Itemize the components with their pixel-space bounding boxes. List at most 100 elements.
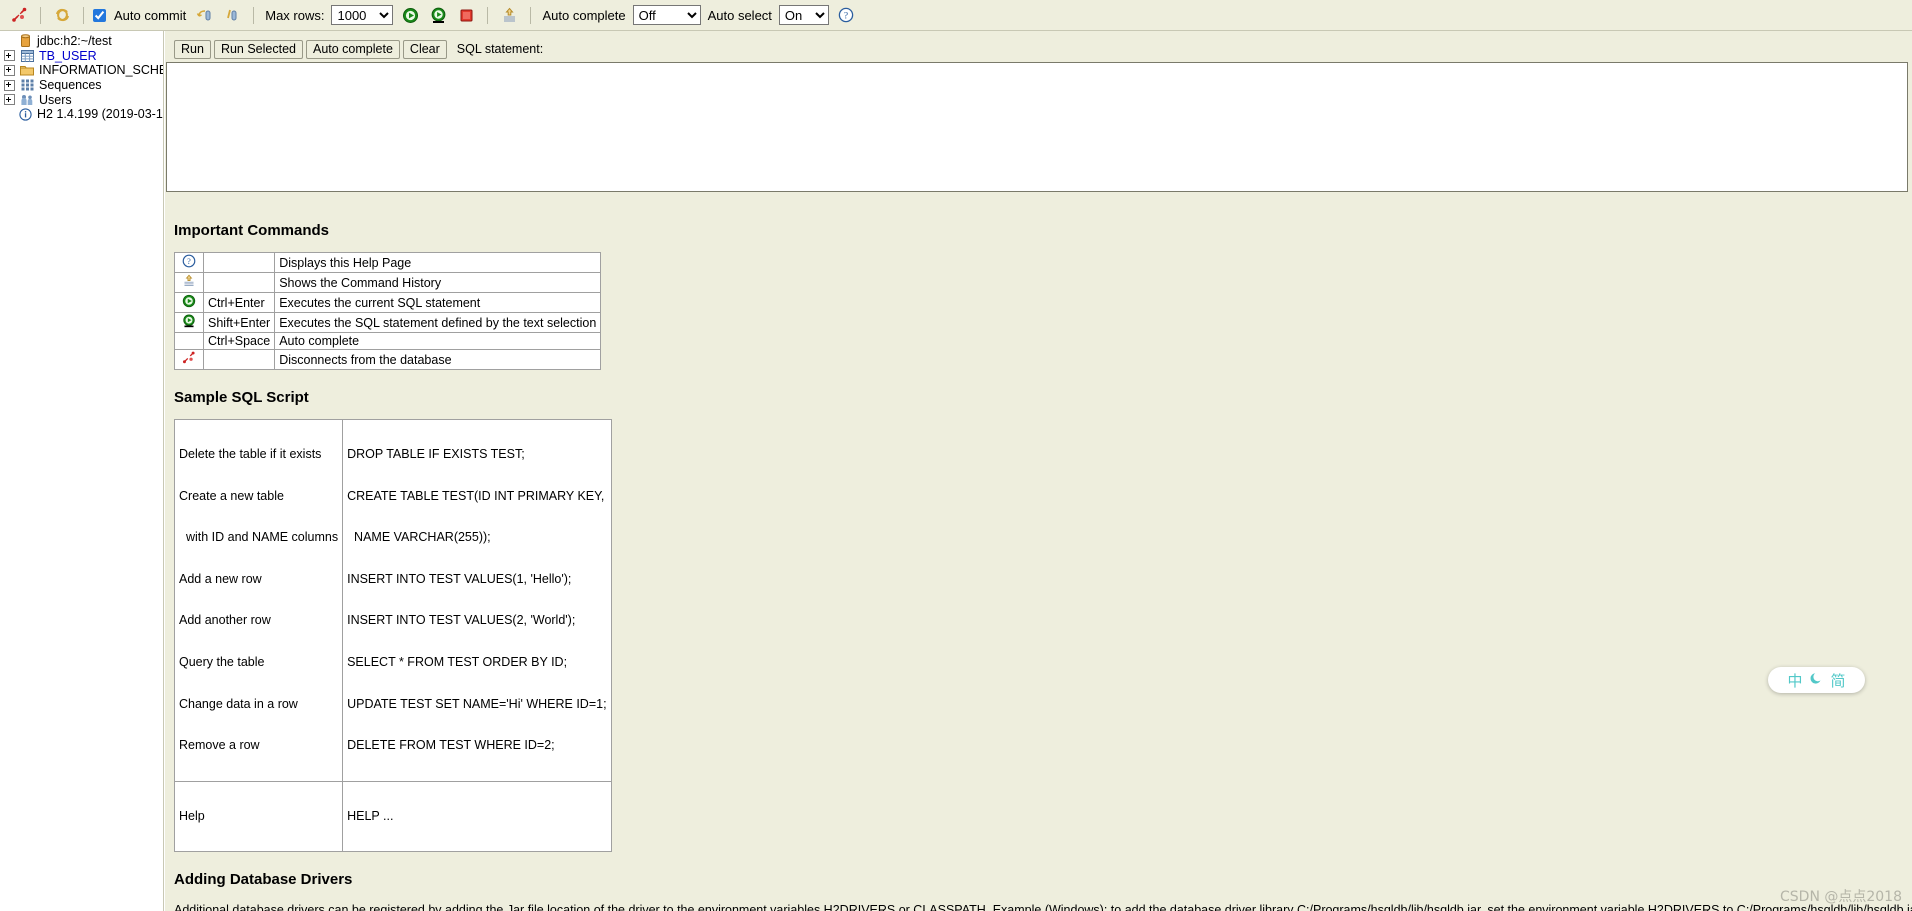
disconnect-icon[interactable] <box>8 4 30 26</box>
svg-text:?: ? <box>187 257 191 266</box>
empty-icon-cell <box>174 332 204 350</box>
run-selected-button[interactable]: Run Selected <box>213 39 303 59</box>
sql-statement-input[interactable] <box>166 62 1908 192</box>
max-rows-select[interactable]: 102050100200500100010000 <box>331 5 394 25</box>
expand-toggle-icon[interactable] <box>4 50 15 62</box>
sql-line: INSERT INTO TEST VALUES(1, 'Hello'); <box>347 571 572 586</box>
table-row: Shift+Enter Executes the SQL statement d… <box>174 312 602 333</box>
tree-item-label: jdbc:h2:~/test <box>37 34 112 49</box>
comment-line: Add another row <box>179 613 271 628</box>
sql-statement-cell: HELP ... <box>342 780 612 853</box>
comment-line: Add a new row <box>179 571 262 586</box>
tree-item-tb-user[interactable]: TB_USER <box>0 49 163 64</box>
command-description: Executes the SQL statement defined by th… <box>274 312 602 333</box>
important-commands-table: ? Displays this Help Page Shows the Comm… <box>174 252 602 370</box>
tree-item-information-schema[interactable]: INFORMATION_SCHEMA <box>0 63 163 78</box>
run-icon-cell[interactable] <box>174 292 204 313</box>
run-selected-icon[interactable] <box>427 4 449 26</box>
history-icon-cell[interactable] <box>174 272 204 293</box>
table-row: Delete the table if it exists Create a n… <box>173 419 612 782</box>
shortcut-key <box>202 349 276 370</box>
tree-item-label: Users <box>39 92 72 107</box>
tree-item-label[interactable]: TB_USER <box>39 49 97 63</box>
sql-line: DELETE FROM TEST WHERE ID=2; <box>347 738 555 753</box>
toolbar-divider-3 <box>253 6 255 24</box>
main-panel: Run Run Selected Auto complete Clear SQL… <box>165 31 1912 911</box>
ime-mode-label[interactable]: 中 <box>1787 670 1802 691</box>
drivers-title: Adding Database Drivers <box>174 871 353 889</box>
command-description: Executes the current SQL statement <box>274 292 602 313</box>
history-icon[interactable] <box>498 4 520 26</box>
sql-statement-cell: DROP TABLE IF EXISTS TEST; CREATE TABLE … <box>342 419 612 782</box>
command-description: Shows the Command History <box>274 272 602 293</box>
table-icon <box>19 49 35 63</box>
watermark: CSDN @点点2018 <box>1780 889 1902 905</box>
tree-item-version[interactable]: H2 1.4.199 (2019-03-13) <box>0 107 163 122</box>
table-row: Shows the Command History <box>174 272 602 293</box>
expand-toggle-icon[interactable] <box>4 94 15 106</box>
sql-line: UPDATE TEST SET NAME='Hi' WHERE ID=1; <box>347 696 607 711</box>
comment-line: with ID and NAME columns <box>179 530 339 545</box>
comment-line: Help <box>179 808 205 823</box>
sql-comment-cell: Help <box>173 780 344 853</box>
sql-line: INSERT INTO TEST VALUES(2, 'World'); <box>347 613 576 628</box>
table-row: Disconnects from the database <box>174 349 602 370</box>
ime-indicator[interactable]: 中 简 <box>1768 667 1865 693</box>
sql-line: DROP TABLE IF EXISTS TEST; <box>347 447 525 461</box>
auto-complete-button[interactable]: Auto complete <box>306 39 400 59</box>
disconnect-icon <box>182 351 195 364</box>
database-tree-sidebar: jdbc:h2:~/test TB_USER INFORMATION_SCHEM… <box>0 31 164 911</box>
run-selected-icon-cell[interactable] <box>174 312 204 333</box>
tree-item-connection[interactable]: jdbc:h2:~/test <box>0 34 163 49</box>
sql-line: HELP ... <box>347 808 394 823</box>
drivers-description: Additional database drivers can be regis… <box>174 903 1912 911</box>
shortcut-key: Ctrl+Space <box>202 332 276 350</box>
rollback-icon[interactable] <box>221 4 243 26</box>
ime-script-label[interactable]: 简 <box>1831 670 1846 691</box>
comment-line: Create a new table <box>179 488 284 503</box>
important-commands-title: Important Commands <box>174 222 330 239</box>
commit-icon[interactable] <box>193 4 215 26</box>
folder-icon <box>19 63 35 77</box>
run-selected-icon <box>183 314 195 328</box>
table-row: Ctrl+Space Auto complete <box>174 332 602 350</box>
sql-statement-label: SQL statement: <box>456 42 544 56</box>
tree-item-label: INFORMATION_SCHEMA <box>39 63 163 78</box>
moon-icon[interactable] <box>1810 671 1824 689</box>
auto-complete-select[interactable]: OffNormalFull <box>632 5 701 25</box>
tree-item-label: Sequences <box>39 78 102 93</box>
command-description: Displays this Help Page <box>274 252 602 273</box>
command-description: Disconnects from the database <box>274 349 602 370</box>
sql-line: SELECT * FROM TEST ORDER BY ID; <box>347 654 568 669</box>
help-icon[interactable]: ? <box>835 4 857 26</box>
sample-sql-table: Delete the table if it exists Create a n… <box>173 419 612 853</box>
auto-select-select[interactable]: OnOff <box>778 5 829 25</box>
shortcut-key <box>202 252 276 273</box>
help-icon-cell[interactable]: ? <box>174 252 204 273</box>
help-content: Important Commands ? Displays this Help … <box>165 203 1912 911</box>
run-icon[interactable] <box>399 4 421 26</box>
run-button[interactable]: Run <box>174 39 211 59</box>
toolbar-divider-2 <box>83 6 84 24</box>
auto-commit-label[interactable]: Auto commit <box>114 8 186 23</box>
refresh-icon[interactable] <box>51 4 73 26</box>
auto-commit-checkbox[interactable] <box>93 8 106 22</box>
tree-item-label: H2 1.4.199 (2019-03-13) <box>37 107 164 122</box>
toolbar-divider-5 <box>530 6 532 24</box>
shortcut-key: Shift+Enter <box>202 312 276 333</box>
max-rows-label: Max rows: <box>265 7 325 23</box>
table-row: Ctrl+Enter Executes the current SQL stat… <box>174 292 602 313</box>
stop-icon[interactable] <box>455 4 477 26</box>
tree-item-sequences[interactable]: Sequences <box>0 78 163 93</box>
expand-toggle-icon[interactable] <box>4 64 15 76</box>
comment-line: Query the table <box>179 654 265 669</box>
comment-line: Delete the table if it exists <box>179 447 322 461</box>
tree-item-users[interactable]: Users <box>0 92 163 107</box>
help-icon: ? <box>182 254 196 268</box>
disconnect-icon-cell[interactable] <box>174 349 204 370</box>
sql-line: NAME VARCHAR(255)); <box>347 530 491 545</box>
clear-button[interactable]: Clear <box>402 39 447 59</box>
expand-toggle-icon[interactable] <box>4 79 15 91</box>
toolbar-divider-4 <box>487 6 489 24</box>
table-row: ? Displays this Help Page <box>174 252 602 273</box>
